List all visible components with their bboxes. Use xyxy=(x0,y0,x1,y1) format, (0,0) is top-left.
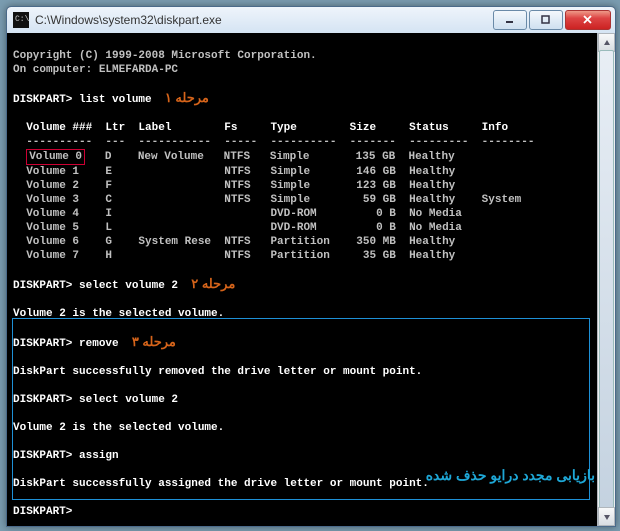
computer-line: On computer: ELMEFARDA-PC xyxy=(13,64,178,76)
annotation-recovery: بازیابی مجدد درایو حذف شده xyxy=(426,468,595,482)
prompt-3: DISKPART> remove xyxy=(13,338,119,350)
prompt-2: DISKPART> select volume 2 xyxy=(13,280,178,292)
msg-assigned: DiskPart successfully assigned the drive… xyxy=(13,478,429,490)
prompt-6: DISKPART> xyxy=(13,506,72,518)
annotation-step-3: مرحله ۳ xyxy=(132,335,176,349)
msg-selected-2: Volume 2 is the selected volume. xyxy=(13,422,224,434)
titlebar[interactable]: C:\Windows\system32\diskpart.exe xyxy=(7,7,615,34)
annotation-step-1: مرحله ۱ xyxy=(165,91,209,105)
prompt-5: DISKPART> assign xyxy=(13,450,119,462)
copyright-line: Copyright (C) 1999-2008 Microsoft Corpor… xyxy=(13,50,317,62)
maximize-icon xyxy=(541,15,551,25)
chevron-up-icon xyxy=(603,39,611,47)
app-icon xyxy=(13,12,29,28)
table-row: Volume 5 L DVD-ROM 0 B No Media xyxy=(13,222,482,234)
annotation-step-2: مرحله ۲ xyxy=(191,277,235,291)
prompt-1: DISKPART> list volume xyxy=(13,94,152,106)
table-row: Volume 0 D New Volume NTFS Simple 135 GB… xyxy=(13,151,481,163)
table-row: Volume 4 I DVD-ROM 0 B No Media xyxy=(13,208,482,220)
table-row: Volume 1 E NTFS Simple 146 GB Healthy xyxy=(13,166,482,178)
vertical-scrollbar[interactable] xyxy=(597,33,615,526)
table-header: Volume ### Ltr Label Fs Type Size Status… xyxy=(13,122,508,134)
minimize-icon xyxy=(505,15,515,25)
chevron-down-icon xyxy=(603,513,611,521)
scroll-thumb[interactable] xyxy=(599,50,614,511)
volume-table: Volume 0 D New Volume NTFS Simple 135 GB… xyxy=(13,149,609,263)
scroll-track[interactable] xyxy=(598,50,615,509)
close-button[interactable] xyxy=(565,10,611,30)
table-row: Volume 6 G System Rese NTFS Partition 35… xyxy=(13,236,482,248)
close-icon xyxy=(583,15,593,25)
table-divider: ---------- --- ----------- ----- -------… xyxy=(13,136,535,148)
console-window: C:\Windows\system32\diskpart.exe Copyrig… xyxy=(6,6,616,527)
table-row: Volume 7 H NTFS Partition 35 GB Healthy xyxy=(13,250,482,262)
console-output[interactable]: Copyright (C) 1999-2008 Microsoft Corpor… xyxy=(7,33,615,526)
prompt-4: DISKPART> select volume 2 xyxy=(13,394,178,406)
minimize-button[interactable] xyxy=(493,10,527,30)
table-row: Volume 3 C NTFS Simple 59 GB Healthy Sys… xyxy=(13,194,521,206)
table-row: Volume 2 F NTFS Simple 123 GB Healthy xyxy=(13,180,482,192)
maximize-button[interactable] xyxy=(529,10,563,30)
scroll-down-button[interactable] xyxy=(598,507,615,526)
window-title: C:\Windows\system32\diskpart.exe xyxy=(35,13,491,27)
msg-selected-1: Volume 2 is the selected volume. xyxy=(13,308,224,320)
window-buttons xyxy=(491,10,611,30)
msg-removed: DiskPart successfully removed the drive … xyxy=(13,366,422,378)
